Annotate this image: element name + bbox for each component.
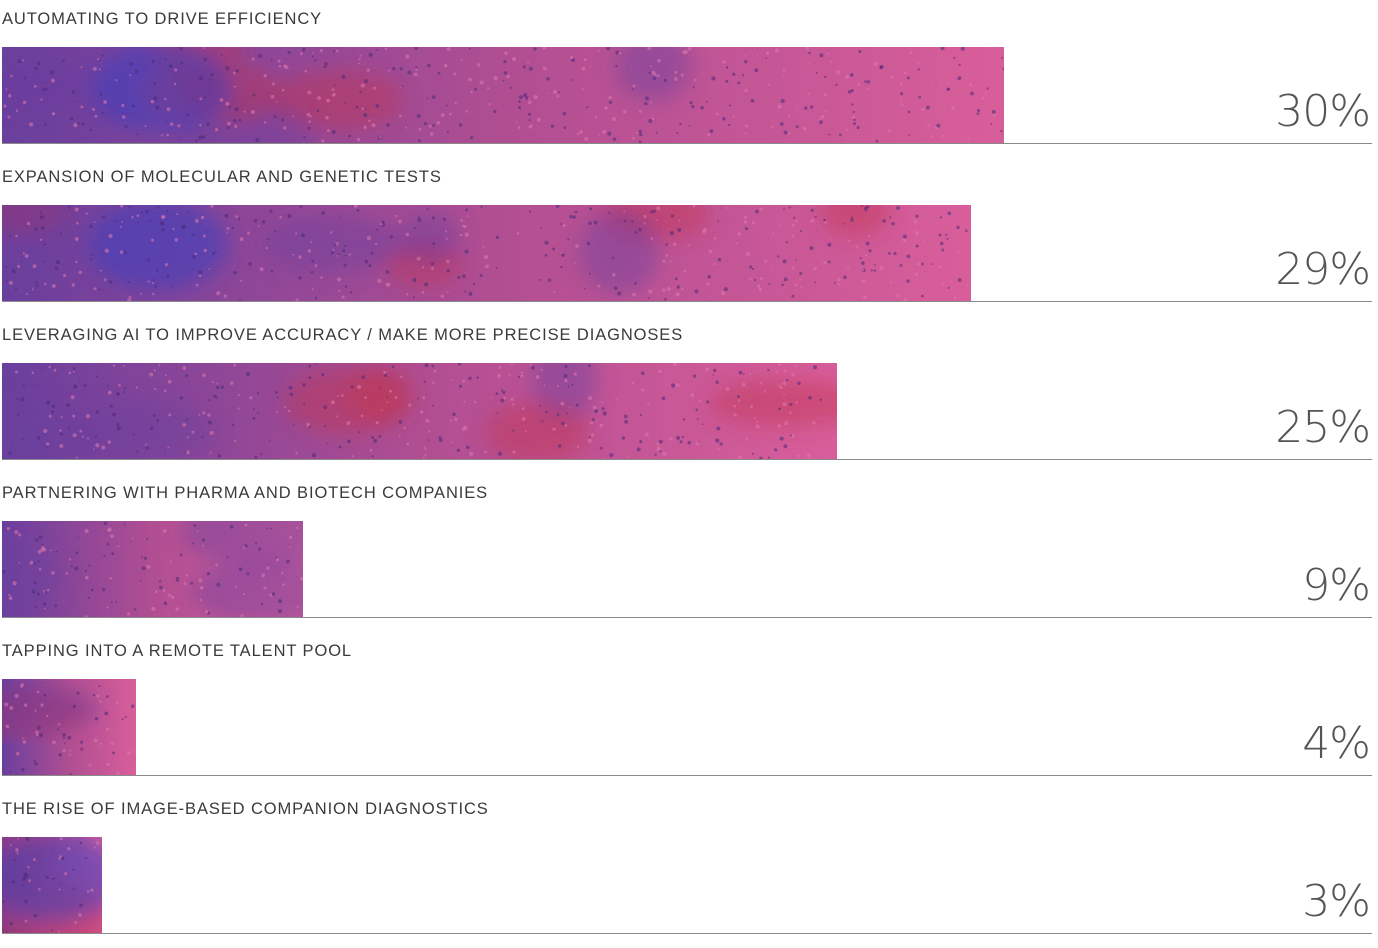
chart-row: AUTOMATING TO DRIVE EFFICIENCY 30% (0, 0, 1378, 158)
chart-row: PARTNERING WITH PHARMA AND BIOTECH COMPA… (0, 474, 1378, 632)
value-label: 25% (1275, 402, 1371, 453)
chart-row: TAPPING INTO A REMOTE TALENT POOL 4% (0, 632, 1378, 790)
row-baseline (2, 933, 1372, 934)
category-label: THE RISE OF IMAGE-BASED COMPANION DIAGNO… (2, 800, 489, 818)
value-label: 29% (1275, 244, 1371, 295)
row-baseline (2, 143, 1372, 144)
bar (2, 363, 837, 459)
value-label: 30% (1275, 86, 1371, 137)
row-baseline (2, 775, 1372, 776)
bar (2, 47, 1004, 143)
bar-texture (2, 837, 102, 933)
value-label: 9% (1302, 560, 1371, 611)
category-label: EXPANSION OF MOLECULAR AND GENETIC TESTS (2, 168, 442, 186)
row-baseline (2, 301, 1372, 302)
bar-texture (2, 521, 303, 617)
bar-chart: AUTOMATING TO DRIVE EFFICIENCY 30% EXPANSI… (0, 0, 1378, 934)
category-label: PARTNERING WITH PHARMA AND BIOTECH COMPA… (2, 484, 489, 502)
row-baseline (2, 617, 1372, 618)
category-label: AUTOMATING TO DRIVE EFFICIENCY (2, 10, 323, 28)
value-label: 3% (1302, 876, 1371, 927)
row-baseline (2, 459, 1372, 460)
chart-row: LEVERAGING AI TO IMPROVE ACCURACY / MAKE… (0, 316, 1378, 474)
bar (2, 679, 136, 775)
bar-texture (2, 47, 1004, 143)
bar (2, 837, 102, 933)
category-label: TAPPING INTO A REMOTE TALENT POOL (2, 642, 352, 660)
category-label: LEVERAGING AI TO IMPROVE ACCURACY / MAKE… (2, 326, 684, 344)
bar-texture (2, 679, 136, 775)
chart-row: THE RISE OF IMAGE-BASED COMPANION DIAGNO… (0, 790, 1378, 948)
bar-texture (2, 205, 971, 301)
bar-texture (2, 363, 837, 459)
value-label: 4% (1302, 718, 1371, 769)
chart-row: EXPANSION OF MOLECULAR AND GENETIC TESTS… (0, 158, 1378, 316)
bar (2, 205, 971, 301)
bar (2, 521, 303, 617)
